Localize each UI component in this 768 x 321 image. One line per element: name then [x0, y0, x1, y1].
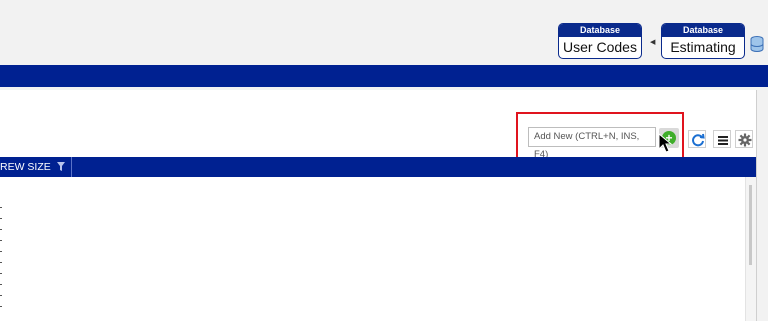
- database-estimating-button[interactable]: Database Estimating: [661, 23, 745, 59]
- row-marker: [0, 284, 2, 285]
- column-header-label: REW SIZE: [0, 161, 51, 173]
- row-marker: [0, 306, 2, 307]
- menu-icon: [718, 136, 728, 145]
- database-user-codes-button[interactable]: Database User Codes: [558, 23, 642, 59]
- row-marker: [0, 207, 2, 208]
- scrollbar-thumb[interactable]: [749, 185, 752, 265]
- row-marker: [0, 240, 2, 241]
- grid-body: [0, 177, 745, 321]
- database-header-label: Database: [662, 24, 744, 37]
- menu-button[interactable]: [713, 130, 731, 148]
- row-marker: [0, 273, 2, 274]
- vertical-scrollbar[interactable]: [745, 177, 756, 321]
- database-icon[interactable]: [750, 36, 764, 52]
- column-header-crew-size[interactable]: REW SIZE: [0, 157, 72, 177]
- row-marker: [0, 295, 2, 296]
- row-marker: [0, 218, 2, 219]
- refresh-button[interactable]: [688, 130, 706, 148]
- filter-icon[interactable]: [57, 162, 65, 171]
- user-codes-label: User Codes: [563, 39, 637, 55]
- estimating-label: Estimating: [670, 39, 736, 55]
- gear-icon: [738, 133, 752, 147]
- refresh-icon: [692, 133, 705, 147]
- row-marker: [0, 229, 2, 230]
- top-bar: [0, 0, 768, 65]
- row-marker: [0, 251, 2, 252]
- breadcrumb-arrow-icon: ◀: [650, 39, 656, 46]
- grid-header: REW SIZE: [0, 157, 756, 177]
- main-nav-bar: [0, 65, 768, 87]
- settings-button[interactable]: [735, 130, 753, 148]
- row-marker: [0, 262, 2, 263]
- database-header-label: Database: [559, 24, 641, 37]
